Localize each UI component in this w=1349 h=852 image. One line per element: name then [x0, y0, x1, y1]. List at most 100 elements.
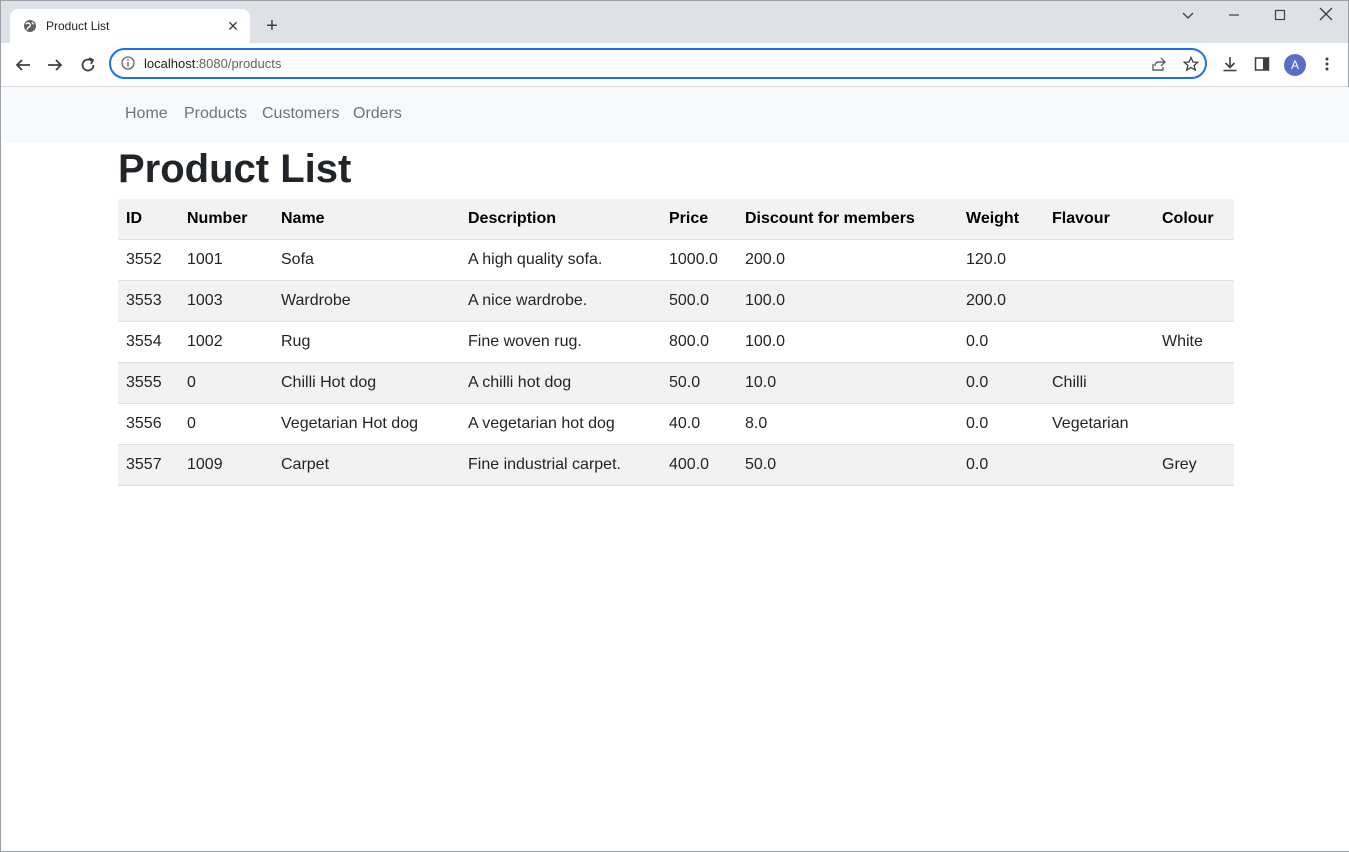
cell-flavour [1044, 239, 1154, 281]
more-menu-icon[interactable] [1317, 54, 1337, 74]
cell-weight: 0.0 [958, 362, 1044, 404]
tab-search-chevron-icon[interactable] [1173, 5, 1203, 27]
site-navbar: Home Products Customers Orders [2, 87, 1349, 143]
url-path: :8080/products [195, 56, 282, 71]
cell-colour [1154, 362, 1234, 404]
cell-price: 40.0 [661, 403, 737, 445]
profile-avatar[interactable]: A [1284, 54, 1306, 76]
table-row: 3557 1009 Carpet Fine industrial carpet.… [118, 444, 1234, 486]
cell-flavour: Chilli [1044, 362, 1154, 404]
bookmark-star-icon[interactable] [1182, 55, 1200, 73]
cell-discount: 200.0 [737, 239, 958, 281]
cell-discount: 10.0 [737, 362, 958, 404]
table-row: 3553 1003 Wardrobe A nice wardrobe. 500.… [118, 280, 1234, 322]
address-bar[interactable]: localhost:8080/products [109, 48, 1207, 79]
cell-colour: White [1154, 321, 1234, 363]
cell-id: 3554 [118, 321, 179, 363]
cell-flavour [1044, 444, 1154, 486]
column-header-weight: Weight [958, 199, 1044, 240]
cell-price: 400.0 [661, 444, 737, 486]
forward-arrow-icon[interactable] [43, 53, 67, 77]
side-panel-icon[interactable] [1252, 54, 1272, 74]
column-header-number: Number [179, 199, 273, 240]
cell-id: 3553 [118, 280, 179, 322]
cell-flavour [1044, 321, 1154, 363]
cell-colour [1154, 280, 1234, 322]
new-tab-button[interactable]: + [261, 15, 283, 37]
cell-number: 0 [179, 362, 273, 404]
cell-number: 1002 [179, 321, 273, 363]
table-header-row: ID Number Name Description Price Discoun… [118, 199, 1234, 240]
cell-name: Rug [273, 321, 460, 363]
url-text: localhost:8080/products [144, 56, 281, 71]
reload-icon[interactable] [76, 53, 100, 77]
cell-colour: Grey [1154, 444, 1234, 486]
table-row: 3556 0 Vegetarian Hot dog A vegetarian h… [118, 403, 1234, 445]
cell-discount: 100.0 [737, 280, 958, 322]
download-icon[interactable] [1220, 54, 1240, 74]
nav-link-customers[interactable]: Customers [262, 105, 339, 123]
tab-product-list[interactable]: Product List ✕ [10, 9, 250, 43]
cell-discount: 100.0 [737, 321, 958, 363]
cell-discount: 50.0 [737, 444, 958, 486]
cell-name: Vegetarian Hot dog [273, 403, 460, 445]
column-header-flavour: Flavour [1044, 199, 1154, 240]
cell-name: Wardrobe [273, 280, 460, 322]
minimize-icon[interactable] [1219, 5, 1249, 27]
cell-weight: 0.0 [958, 444, 1044, 486]
page-content: Home Products Customers Orders Product L… [2, 87, 1349, 851]
site-info-icon[interactable] [121, 56, 137, 72]
cell-flavour: Vegetarian [1044, 403, 1154, 445]
cell-number: 1009 [179, 444, 273, 486]
column-header-colour: Colour [1154, 199, 1234, 240]
cell-weight: 200.0 [958, 280, 1044, 322]
cell-id: 3555 [118, 362, 179, 404]
page-title: Product List [118, 147, 352, 191]
column-header-price: Price [661, 199, 737, 240]
cell-number: 1001 [179, 239, 273, 281]
cell-number: 1003 [179, 280, 273, 322]
table-row: 3552 1001 Sofa A high quality sofa. 1000… [118, 239, 1234, 281]
nav-link-orders[interactable]: Orders [353, 105, 402, 123]
column-header-description: Description [460, 199, 661, 240]
browser-toolbar: localhost:8080/products [1, 43, 1348, 87]
tab-strip: Product List ✕ + [1, 1, 1348, 43]
column-header-discount: Discount for members [737, 199, 958, 240]
cell-discount: 8.0 [737, 403, 958, 445]
cell-price: 800.0 [661, 321, 737, 363]
nav-link-products[interactable]: Products [184, 105, 247, 123]
cell-description: A chilli hot dog [460, 362, 661, 404]
cell-id: 3557 [118, 444, 179, 486]
nav-link-home[interactable]: Home [125, 105, 168, 123]
cell-description: Fine woven rug. [460, 321, 661, 363]
cell-description: Fine industrial carpet. [460, 444, 661, 486]
cell-colour [1154, 239, 1234, 281]
cell-price: 500.0 [661, 280, 737, 322]
cell-description: A nice wardrobe. [460, 280, 661, 322]
maximize-icon[interactable] [1265, 5, 1295, 27]
back-arrow-icon[interactable] [11, 53, 35, 77]
cell-number: 0 [179, 403, 273, 445]
cell-name: Chilli Hot dog [273, 362, 460, 404]
share-icon[interactable] [1150, 55, 1168, 73]
browser-window: Product List ✕ + localhost:8080/products… [0, 0, 1349, 852]
cell-price: 50.0 [661, 362, 737, 404]
cell-description: A high quality sofa. [460, 239, 661, 281]
cell-weight: 120.0 [958, 239, 1044, 281]
cell-description: A vegetarian hot dog [460, 403, 661, 445]
cell-id: 3552 [118, 239, 179, 281]
column-header-id: ID [118, 199, 179, 240]
cell-price: 1000.0 [661, 239, 737, 281]
cell-weight: 0.0 [958, 403, 1044, 445]
cell-name: Carpet [273, 444, 460, 486]
close-tab-icon[interactable]: ✕ [224, 17, 242, 35]
globe-icon [22, 18, 38, 34]
table-row: 3555 0 Chilli Hot dog A chilli hot dog 5… [118, 362, 1234, 404]
products-table: ID Number Name Description Price Discoun… [118, 199, 1234, 486]
cell-colour [1154, 403, 1234, 445]
cell-weight: 0.0 [958, 321, 1044, 363]
close-window-icon[interactable] [1311, 5, 1341, 27]
tab-title: Product List [46, 19, 110, 33]
column-header-name: Name [273, 199, 460, 240]
table-row: 3554 1002 Rug Fine woven rug. 800.0 100.… [118, 321, 1234, 363]
